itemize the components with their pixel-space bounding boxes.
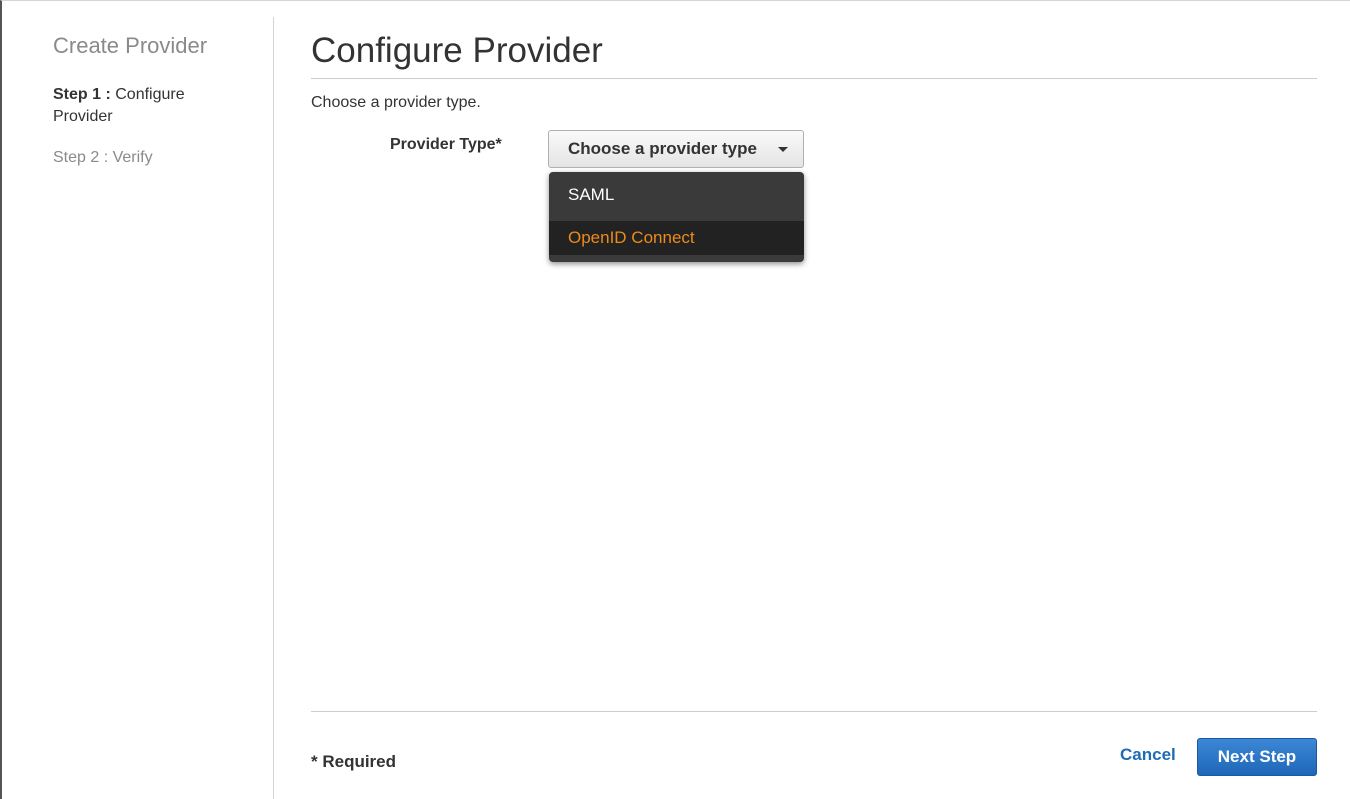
wizard-title: Create Provider	[53, 33, 208, 58]
provider-type-select[interactable]: Choose a provider type	[548, 130, 804, 168]
cancel-button[interactable]: Cancel	[1120, 745, 1176, 765]
sidebar-divider	[273, 17, 274, 799]
sidebar-step-configure: Step 1 : Configure Provider	[53, 84, 243, 128]
sidebar-step-verify: Step 2 : Verify	[53, 149, 153, 166]
intro-text: Choose a provider type.	[311, 94, 481, 111]
dropdown-option-saml[interactable]: SAML	[549, 175, 804, 215]
provider-type-selected-value: Choose a provider type	[568, 139, 757, 158]
dropdown-option-openid-connect[interactable]: OpenID Connect	[549, 221, 804, 255]
provider-type-label: Provider Type*	[390, 136, 502, 153]
page-title: Configure Provider	[311, 31, 603, 70]
caret-down-icon	[778, 147, 788, 152]
title-divider	[311, 78, 1317, 79]
footer-divider	[311, 711, 1317, 712]
next-step-button[interactable]: Next Step	[1197, 738, 1317, 776]
create-provider-wizard: Create Provider Step 1 : Configure Provi…	[0, 0, 1350, 799]
provider-type-dropdown-menu: SAML OpenID Connect	[549, 172, 804, 262]
step-number: Step 1 :	[53, 86, 111, 103]
required-note: * Required	[311, 752, 397, 771]
wizard-sidebar: Create Provider Step 1 : Configure Provi…	[2, 1, 274, 799]
